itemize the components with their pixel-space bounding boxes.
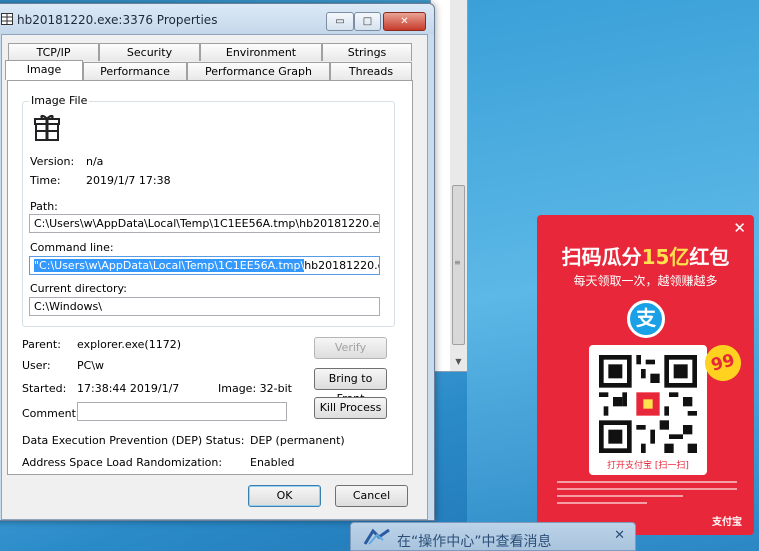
ad-subtitle: 每天领取一次，越领赚越多 bbox=[573, 274, 718, 288]
notification-text: 在“操作中心”中查看消息 bbox=[397, 534, 552, 550]
group-title: Image File bbox=[29, 94, 90, 107]
window-title: hb20181220.exe:3376 Properties bbox=[17, 13, 218, 27]
qr-caption: 打开支付宝 [扫一扫] bbox=[607, 461, 689, 471]
time-label: Time: bbox=[30, 174, 61, 187]
tab-strings[interactable]: Strings bbox=[322, 43, 412, 61]
badge-99: 99 bbox=[700, 340, 746, 386]
window-client: TCP/IP Security Environment Strings Imag… bbox=[1, 34, 428, 520]
command-line-label: Command line: bbox=[30, 241, 114, 254]
minimize-button[interactable]: ▭ bbox=[326, 12, 354, 31]
dep-label: Data Execution Prevention (DEP) Status: bbox=[22, 434, 245, 447]
maximize-icon: □ bbox=[362, 16, 373, 27]
aslr-value: Enabled bbox=[250, 456, 295, 469]
close-icon: ✕ bbox=[400, 16, 409, 27]
started-value: 17:38:44 2019/1/7 bbox=[77, 382, 180, 395]
image-bitness: Image: 32-bit bbox=[218, 382, 292, 395]
qr-code-icon bbox=[599, 355, 697, 453]
comment-label: Comment: bbox=[22, 407, 80, 420]
aslr-label: Address Space Load Randomization: bbox=[22, 456, 223, 469]
user-value: PC\w bbox=[77, 359, 105, 372]
current-directory-field[interactable]: C:\Windows\ bbox=[29, 297, 380, 316]
notification-close-icon[interactable]: ✕ bbox=[614, 528, 625, 543]
ad-title-highlight: 15亿 bbox=[641, 245, 690, 269]
tab-security[interactable]: Security bbox=[99, 43, 200, 61]
title-bar[interactable]: hb20181220.exe:3376 Properties ▭ □ ✕ bbox=[0, 4, 434, 34]
current-directory-label: Current directory: bbox=[30, 282, 127, 295]
kill-process-button[interactable]: Kill Process bbox=[314, 397, 387, 419]
alipay-logo-icon: 支 bbox=[627, 300, 665, 338]
action-center-flag-icon bbox=[363, 528, 390, 545]
app-icon bbox=[1, 13, 13, 25]
user-label: User: bbox=[22, 359, 51, 372]
image-tab-panel: Image File Version: n/a Time: 2019/1/7 1… bbox=[7, 80, 413, 475]
time-value: 2019/1/7 17:38 bbox=[86, 174, 171, 187]
ok-button[interactable]: OK bbox=[248, 485, 321, 507]
alipay-brand: 支付宝 bbox=[712, 517, 742, 528]
background-scrollbar[interactable]: ≡ ▼ bbox=[450, 0, 467, 371]
path-label: Path: bbox=[30, 200, 58, 213]
started-label: Started: bbox=[22, 382, 67, 395]
parent-value: explorer.exe(1172) bbox=[77, 338, 182, 351]
ad-title: 扫码瓜分15亿红包 bbox=[561, 245, 730, 269]
tab-environment[interactable]: Environment bbox=[200, 43, 322, 61]
maximize-button[interactable]: □ bbox=[354, 12, 381, 31]
background-window: ≡ ▼ bbox=[430, 0, 468, 372]
command-line-selection: "C:\Users\w\AppData\Local\Temp\1C1EE56A.… bbox=[34, 259, 305, 272]
tab-tcpip[interactable]: TCP/IP bbox=[8, 43, 99, 61]
cancel-button[interactable]: Cancel bbox=[335, 485, 408, 507]
tab-performance[interactable]: Performance bbox=[83, 62, 187, 80]
ad-fine-print bbox=[557, 481, 737, 509]
scroll-down-arrow-icon[interactable]: ▼ bbox=[450, 355, 467, 369]
close-button[interactable]: ✕ bbox=[383, 12, 426, 31]
ad-popup[interactable]: ✕ 扫码瓜分15亿红包 每天领取一次，越领赚越多 支 打开支付宝 [扫一扫] 9… bbox=[537, 215, 754, 535]
path-field[interactable]: C:\Users\w\AppData\Local\Temp\1C1EE56A.t… bbox=[29, 214, 380, 233]
action-center-notification[interactable]: 在“操作中心”中查看消息 ✕ bbox=[350, 522, 636, 551]
bring-to-front-button[interactable]: Bring to Front bbox=[314, 368, 387, 405]
tab-performance-graph[interactable]: Performance Graph bbox=[187, 62, 330, 80]
dep-value: DEP (permanent) bbox=[250, 434, 345, 447]
comment-field[interactable] bbox=[77, 402, 287, 421]
properties-window: hb20181220.exe:3376 Properties ▭ □ ✕ TCP… bbox=[0, 3, 435, 521]
verify-button[interactable]: Verify bbox=[314, 337, 387, 359]
command-line-field[interactable]: "C:\Users\w\AppData\Local\Temp\1C1EE56A.… bbox=[29, 256, 380, 275]
parent-label: Parent: bbox=[22, 338, 61, 351]
tab-threads[interactable]: Threads bbox=[330, 62, 412, 80]
qr-card[interactable]: 打开支付宝 [扫一扫] bbox=[589, 345, 707, 475]
minimize-icon: ▭ bbox=[335, 16, 345, 27]
version-label: Version: bbox=[30, 155, 75, 168]
exe-gift-icon bbox=[34, 115, 60, 141]
tab-image[interactable]: Image bbox=[5, 60, 83, 80]
version-value: n/a bbox=[86, 155, 104, 168]
ad-close-icon[interactable]: ✕ bbox=[733, 219, 746, 237]
image-file-group: Image File Version: n/a Time: 2019/1/7 1… bbox=[22, 94, 395, 327]
command-line-rest: hb20181220.exe" bbox=[304, 259, 379, 272]
